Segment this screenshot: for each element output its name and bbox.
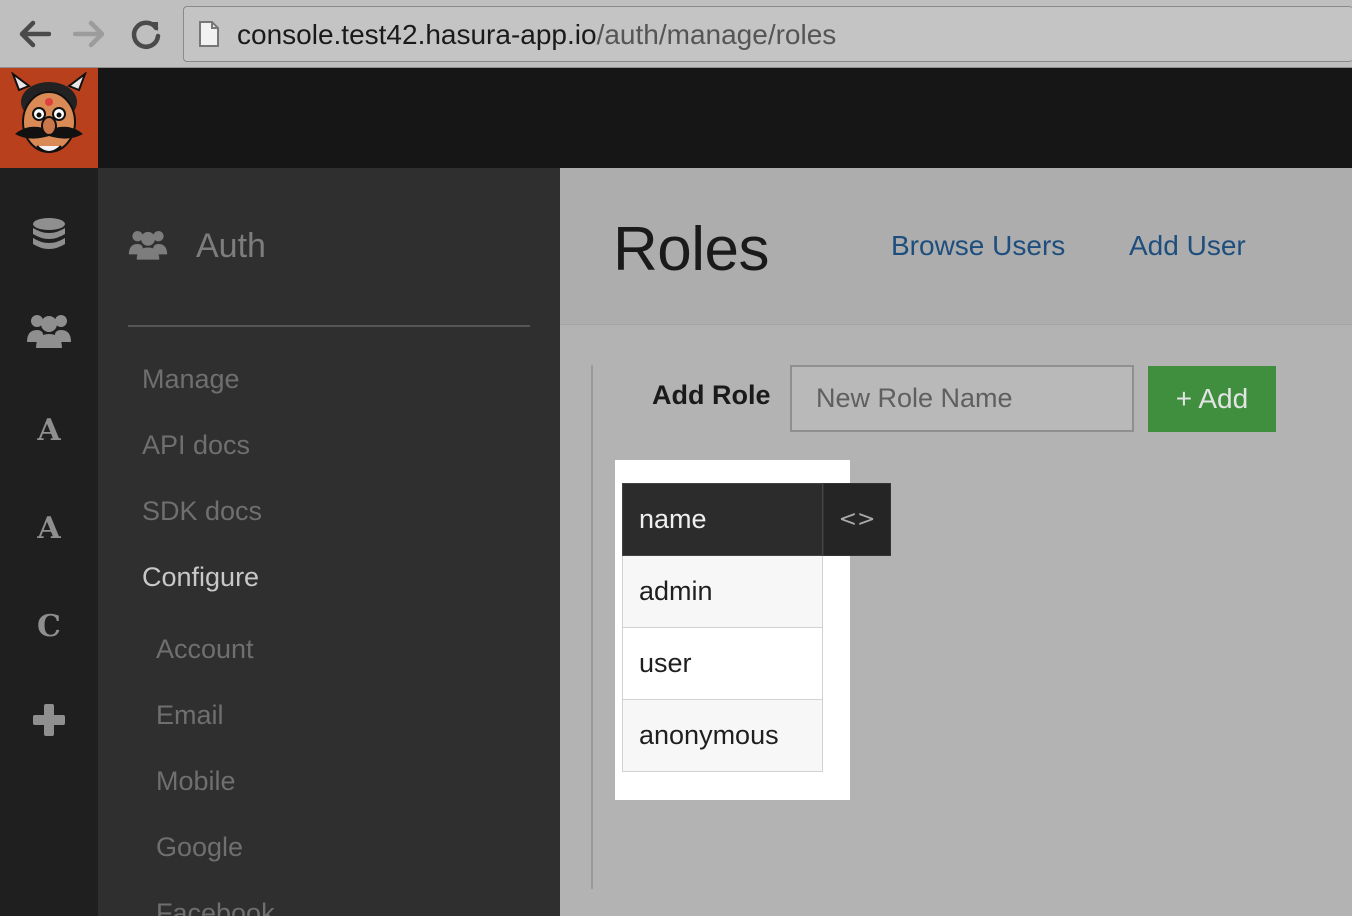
rail-item-a2[interactable]: A — [0, 498, 98, 558]
url-text: console.test42.hasura-app.io/auth/manage… — [237, 19, 836, 51]
browse-users-link[interactable]: Browse Users — [891, 230, 1065, 262]
sidebar-item-facebook[interactable]: Facebook — [156, 898, 275, 916]
table-header-row: name — [622, 483, 823, 556]
sidebar-divider — [128, 325, 530, 327]
hasura-mascot-logo[interactable] — [0, 68, 98, 168]
sidebar-item-google[interactable]: Google — [156, 832, 243, 863]
sidebar-item-configure[interactable]: Configure — [142, 562, 259, 593]
table-row[interactable]: admin — [622, 555, 823, 628]
rail-item-a1[interactable]: A — [0, 400, 98, 460]
url-path: /auth/manage/roles — [596, 19, 837, 50]
forward-arrow-icon[interactable] — [70, 14, 110, 54]
users-icon — [128, 226, 168, 267]
users-icon[interactable] — [0, 300, 98, 360]
role-cell[interactable]: admin — [622, 555, 823, 628]
sidebar-item-email[interactable]: Email — [156, 700, 224, 731]
table-row[interactable]: user — [622, 627, 823, 700]
role-cell[interactable]: user — [622, 627, 823, 700]
sidebar-item-api-docs[interactable]: API docs — [142, 430, 250, 461]
content-divider — [591, 365, 593, 889]
reload-icon[interactable] — [126, 14, 166, 54]
sidebar-item-mobile[interactable]: Mobile — [156, 766, 236, 797]
sidebar-item-sdk-docs[interactable]: SDK docs — [142, 496, 262, 527]
back-arrow-icon[interactable] — [14, 14, 54, 54]
new-role-name-input[interactable] — [790, 365, 1134, 432]
rail-item-c[interactable]: C — [0, 596, 98, 656]
sidebar-header: Auth — [128, 226, 266, 267]
sidebar-item-account[interactable]: Account — [156, 634, 254, 665]
page-title: Roles — [613, 215, 770, 284]
page-header: Roles Browse Users Add User — [560, 168, 1352, 325]
add-role-button[interactable]: + Add — [1148, 366, 1276, 432]
roles-table: name admin user anonymous — [622, 483, 823, 772]
table-row[interactable]: anonymous — [622, 699, 823, 772]
expand-columns-button[interactable]: <> — [823, 483, 891, 556]
add-role-label: Add Role — [652, 380, 771, 410]
app-topbar — [0, 68, 1352, 168]
icon-rail: A A C — [0, 168, 98, 916]
add-user-link[interactable]: Add User — [1129, 230, 1246, 262]
database-icon[interactable] — [0, 206, 98, 266]
browser-toolbar: console.test42.hasura-app.io/auth/manage… — [0, 0, 1352, 68]
sidebar: Auth Manage API docs SDK docs Configure … — [98, 168, 560, 916]
address-bar[interactable]: console.test42.hasura-app.io/auth/manage… — [183, 6, 1352, 62]
page-icon — [198, 20, 220, 53]
sidebar-item-manage[interactable]: Manage — [142, 364, 240, 395]
plus-icon[interactable] — [0, 690, 98, 750]
url-host: console.test42.hasura-app.io — [237, 19, 597, 50]
column-header-name[interactable]: name — [622, 483, 823, 556]
role-cell[interactable]: anonymous — [622, 699, 823, 772]
sidebar-title: Auth — [196, 227, 266, 265]
